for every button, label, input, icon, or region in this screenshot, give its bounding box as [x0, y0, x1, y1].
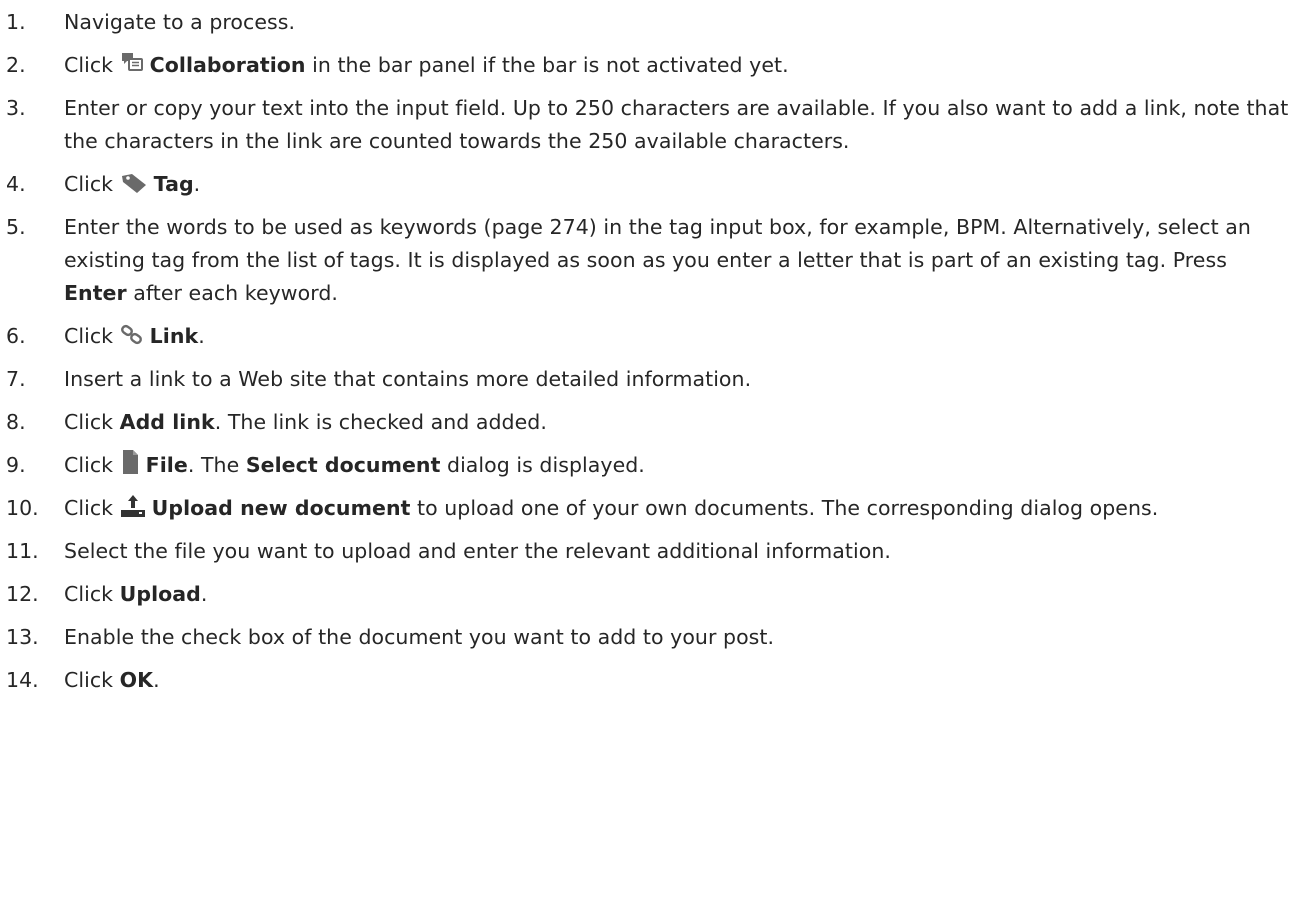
step-number: 3.: [6, 96, 26, 120]
instruction-steps: 1. Navigate to a process. 2. Click Collabo…: [0, 0, 1306, 697]
step-text: to upload one of your own documents. The…: [410, 496, 1159, 520]
link-icon: [120, 324, 144, 346]
step-number: 8.: [6, 410, 26, 434]
step-text: Enter the words to be used as keywords (…: [64, 215, 1251, 272]
step-text: Click: [64, 582, 120, 606]
step-3: 3. Enter or copy your text into the input…: [0, 92, 1306, 158]
file-label: File: [145, 453, 188, 477]
step-5: 5. Enter the words to be used as keywords…: [0, 211, 1306, 310]
step-6: 6. Click Link.: [0, 320, 1306, 353]
step-number: 14.: [6, 668, 39, 692]
step-number: 4.: [6, 172, 26, 196]
step-number: 11.: [6, 539, 39, 563]
step-number: 2.: [6, 53, 26, 77]
step-8: 8. Click Add link. The link is checked an…: [0, 406, 1306, 439]
step-text: .: [153, 668, 160, 692]
step-text: Click: [64, 410, 120, 434]
collaboration-label: Collaboration: [149, 53, 306, 77]
step-text: Click: [64, 496, 120, 520]
step-text: Enter or copy your text into the input f…: [64, 96, 1289, 153]
step-1: 1. Navigate to a process.: [0, 6, 1306, 39]
step-7: 7. Insert a link to a Web site that conta…: [0, 363, 1306, 396]
step-number: 1.: [6, 10, 26, 34]
step-text: .: [200, 582, 208, 606]
step-text: in the bar panel if the bar is not activ…: [305, 53, 789, 77]
collaboration-icon: [120, 51, 144, 75]
step-text: Enable the check box of the document you…: [64, 625, 775, 649]
step-number: 12.: [6, 582, 39, 606]
step-2: 2. Click Collaboration in the bar panel i…: [0, 49, 1306, 82]
tag-label: Tag: [153, 172, 194, 196]
step-number: 6.: [6, 324, 26, 348]
upload-label: Upload: [119, 582, 201, 606]
link-label: Link: [149, 324, 199, 348]
step-number: 13.: [6, 625, 39, 649]
tag-icon: [120, 172, 148, 194]
step-4: 4. Click Tag.: [0, 168, 1306, 201]
step-12: 12. Click Upload.: [0, 578, 1306, 611]
step-text: . The: [187, 453, 246, 477]
step-text: Click: [64, 324, 120, 348]
step-text: Click: [64, 453, 120, 477]
step-text: Click: [64, 172, 120, 196]
step-14: 14. Click OK.: [0, 664, 1306, 697]
enter-key-label: Enter: [64, 281, 127, 305]
step-text: Insert a link to a Web site that contain…: [64, 367, 752, 391]
file-icon: [120, 449, 140, 475]
upload-icon: [120, 494, 146, 518]
upload-new-document-label: Upload new document: [151, 496, 411, 520]
ok-label: OK: [119, 668, 154, 692]
step-10: 10. Click Upload new document to upload o…: [0, 492, 1306, 525]
step-text: after each keyword.: [126, 281, 338, 305]
step-text: .: [198, 324, 205, 348]
step-number: 9.: [6, 453, 26, 477]
step-11: 11. Select the file you want to upload an…: [0, 535, 1306, 568]
step-number: 10.: [6, 496, 39, 520]
step-text: Click: [64, 668, 120, 692]
step-text: . The link is checked and added.: [214, 410, 547, 434]
step-13: 13. Enable the check box of the document …: [0, 621, 1306, 654]
step-number: 7.: [6, 367, 26, 391]
step-9: 9. Click File. The Select document dialog…: [0, 449, 1306, 482]
step-text: Navigate to a process.: [64, 10, 296, 34]
add-link-label: Add link: [119, 410, 215, 434]
step-text: Click: [64, 53, 120, 77]
select-document-label: Select document: [245, 453, 441, 477]
step-text: dialog is displayed.: [440, 453, 645, 477]
step-number: 5.: [6, 215, 26, 239]
step-text: .: [193, 172, 201, 196]
step-text: Select the file you want to upload and e…: [64, 539, 891, 563]
